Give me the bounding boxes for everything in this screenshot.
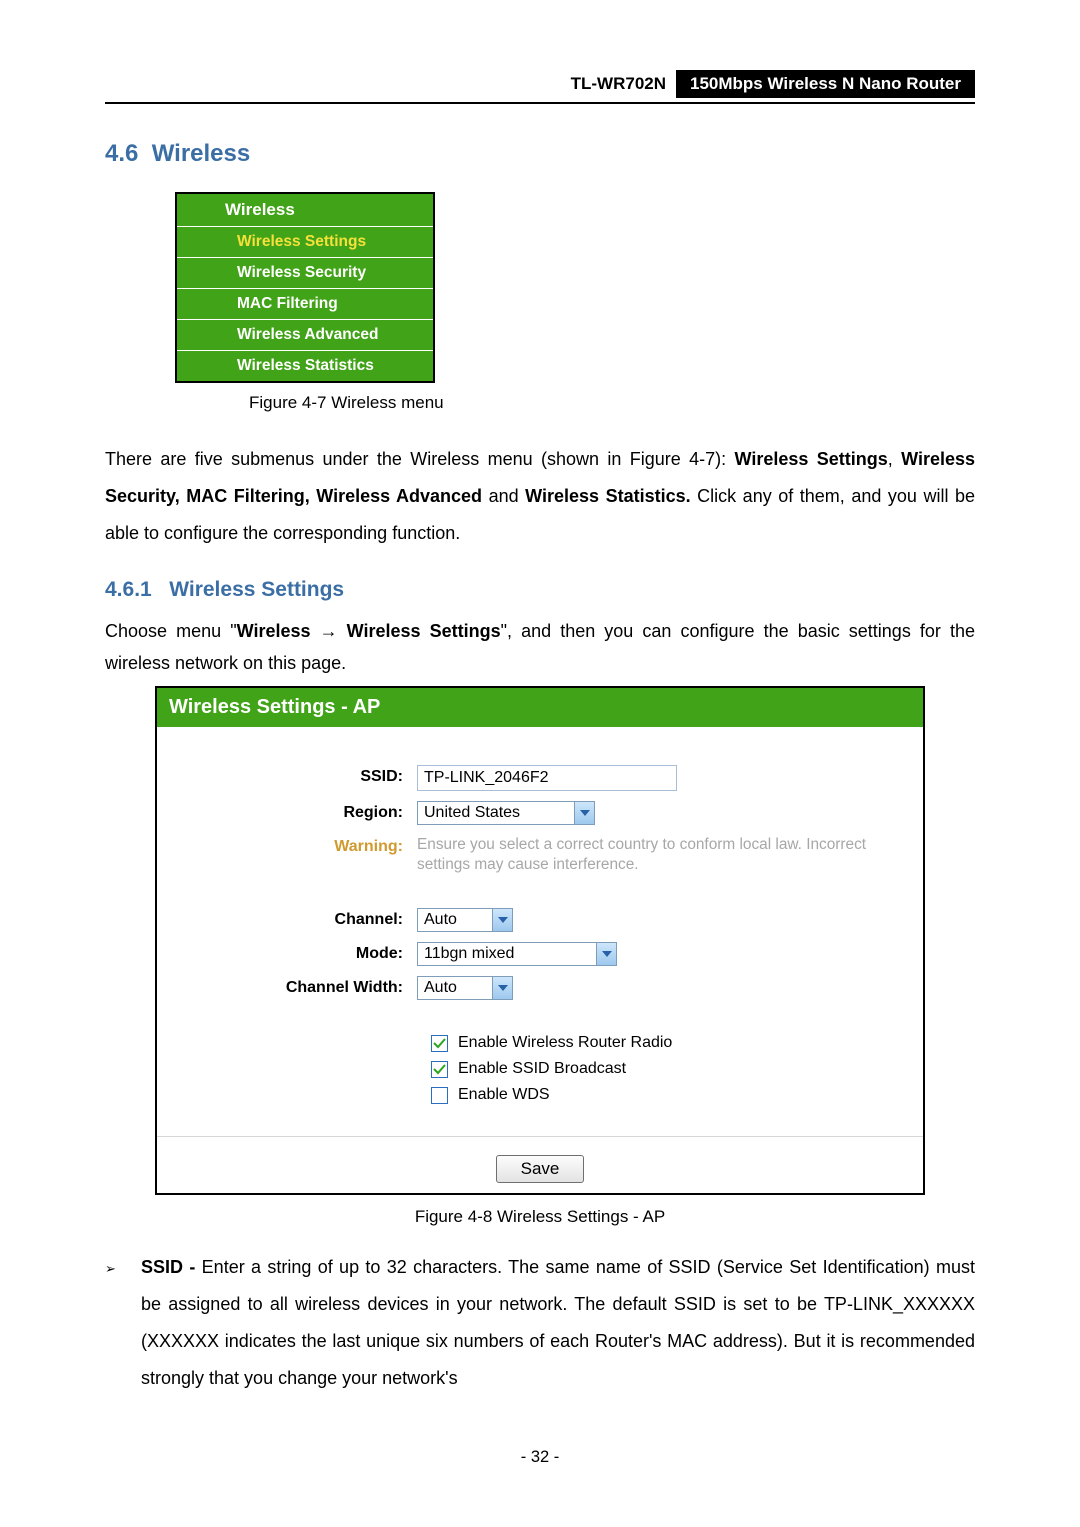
ssid-input[interactable]: TP-LINK_2046F2 bbox=[417, 765, 677, 791]
channel-width-value: Auto bbox=[417, 976, 493, 1000]
subsection-num: 4.6.1 bbox=[105, 578, 152, 601]
channel-label: Channel: bbox=[177, 908, 417, 932]
page-number: - 32 - bbox=[0, 1448, 1080, 1467]
channel-select[interactable]: Auto bbox=[417, 908, 513, 932]
enable-wds-label: Enable WDS bbox=[458, 1086, 550, 1104]
menu-item-wireless-advanced[interactable]: Wireless Advanced bbox=[177, 320, 433, 351]
wireless-menu-figure: Wireless Wireless Settings Wireless Secu… bbox=[175, 192, 435, 383]
menu-item-mac-filtering[interactable]: MAC Filtering bbox=[177, 289, 433, 320]
menu-item-wireless-security[interactable]: Wireless Security bbox=[177, 258, 433, 289]
menu-description-para: There are five submenus under the Wirele… bbox=[105, 441, 975, 552]
subsection-heading: 4.6.1 Wireless Settings bbox=[105, 578, 975, 602]
header-model: TL-WR702N bbox=[561, 70, 676, 98]
enable-ssid-label: Enable SSID Broadcast bbox=[458, 1060, 626, 1078]
section-title: Wireless bbox=[152, 140, 251, 167]
bullet-lead: SSID - bbox=[141, 1257, 202, 1277]
panel-title: Wireless Settings - AP bbox=[157, 688, 923, 727]
section-num: 4.6 bbox=[105, 140, 138, 167]
figure-4-8-caption: Figure 4-8 Wireless Settings - AP bbox=[105, 1207, 975, 1227]
menu-head: Wireless bbox=[177, 194, 433, 227]
chevron-down-icon[interactable] bbox=[493, 976, 513, 1000]
warning-text: Ensure you select a correct country to c… bbox=[417, 835, 903, 877]
enable-ssid-checkbox[interactable] bbox=[431, 1061, 448, 1078]
section-heading: 4.6 Wireless bbox=[105, 140, 975, 168]
ssid-bullet: ➢ SSID - Enter a string of up to 32 char… bbox=[105, 1249, 975, 1397]
chevron-down-icon[interactable] bbox=[575, 801, 595, 825]
region-select[interactable]: United States bbox=[417, 801, 595, 825]
choose-menu-para: Choose menu "Wireless → Wireless Setting… bbox=[105, 616, 975, 679]
channel-value: Auto bbox=[417, 908, 493, 932]
menu-item-wireless-statistics[interactable]: Wireless Statistics bbox=[177, 351, 433, 381]
region-label: Region: bbox=[177, 801, 417, 825]
bullet-icon: ➢ bbox=[105, 1249, 141, 1397]
mode-value: 11bgn mixed bbox=[417, 942, 597, 966]
enable-radio-checkbox[interactable] bbox=[431, 1035, 448, 1052]
figure-4-7-caption: Figure 4-7 Wireless menu bbox=[249, 393, 975, 413]
subsection-title: Wireless Settings bbox=[169, 578, 344, 601]
bullet-body-text: Enter a string of up to 32 characters. T… bbox=[141, 1257, 975, 1388]
menu-item-wireless-settings[interactable]: Wireless Settings bbox=[177, 227, 433, 258]
chevron-down-icon[interactable] bbox=[597, 942, 617, 966]
chevron-down-icon[interactable] bbox=[493, 908, 513, 932]
channel-width-select[interactable]: Auto bbox=[417, 976, 513, 1000]
warning-label: Warning: bbox=[177, 835, 417, 877]
mode-select[interactable]: 11bgn mixed bbox=[417, 942, 617, 966]
save-button[interactable]: Save bbox=[496, 1155, 585, 1183]
mode-label: Mode: bbox=[177, 942, 417, 966]
page-header: TL-WR702N150Mbps Wireless N Nano Router bbox=[105, 70, 975, 104]
header-desc: 150Mbps Wireless N Nano Router bbox=[676, 70, 975, 98]
ssid-label: SSID: bbox=[177, 765, 417, 791]
wireless-settings-panel: Wireless Settings - AP SSID: TP-LINK_204… bbox=[155, 686, 925, 1196]
enable-radio-label: Enable Wireless Router Radio bbox=[458, 1034, 672, 1052]
region-value: United States bbox=[417, 801, 575, 825]
channel-width-label: Channel Width: bbox=[177, 976, 417, 1000]
enable-wds-checkbox[interactable] bbox=[431, 1087, 448, 1104]
